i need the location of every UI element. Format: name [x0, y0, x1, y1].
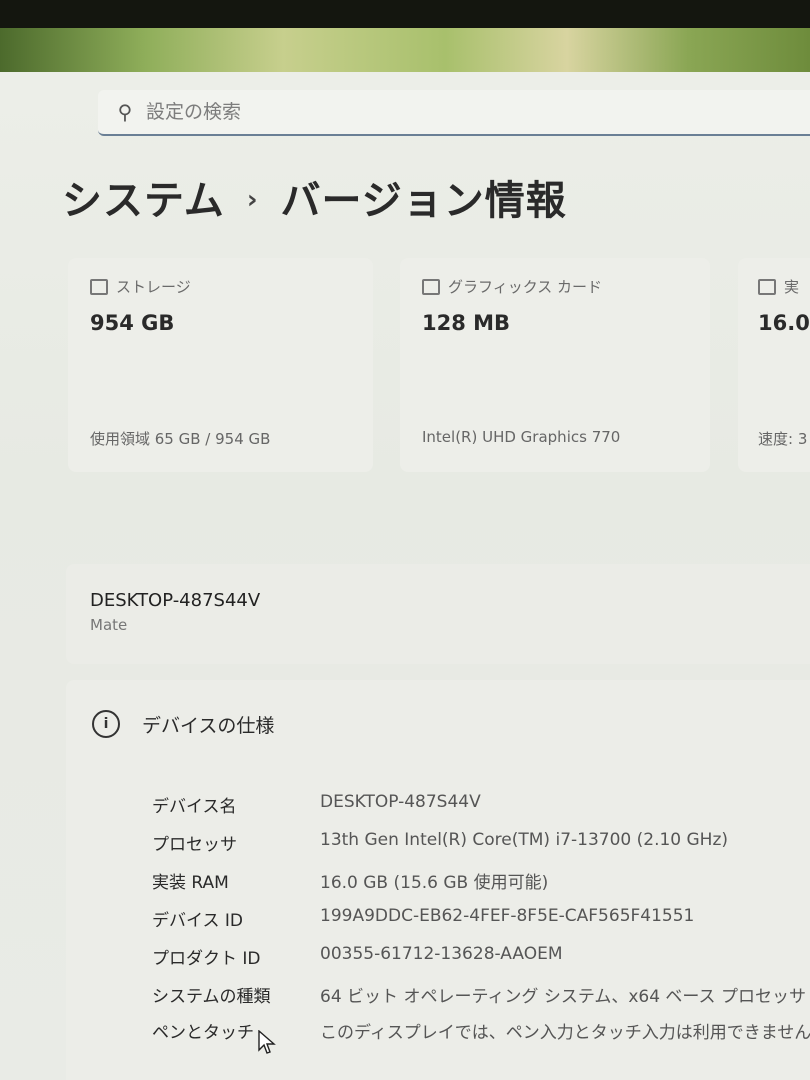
spec-row-pen-touch: ペンとタッチ このディスプレイでは、ペン入力とタッチ入力は利用できません	[152, 1018, 810, 1048]
breadcrumb-current: バージョン情報	[280, 178, 567, 224]
spec-row-ram: 実装 RAM 16.0 GB (15.6 GB 使用可能)	[152, 868, 810, 898]
spec-value: DESKTOP-487S44V	[320, 792, 481, 812]
page-title: システム › バージョン情報	[62, 168, 567, 226]
graphics-value: 128 MB	[422, 311, 511, 335]
spec-value: 16.0 GB (15.6 GB 使用可能)	[320, 873, 549, 893]
storage-card[interactable]: ストレージ 954 GB 使用領域 65 GB / 954 GB	[68, 258, 373, 472]
device-name-card[interactable]: DESKTOP-487S44V Mate	[66, 564, 810, 664]
ram-speed: 速度: 3	[758, 430, 808, 448]
spec-key: ペンとタッチ	[152, 1023, 254, 1043]
storage-label: ストレージ	[116, 278, 191, 296]
search-icon: ⚲	[117, 100, 133, 124]
spec-row-device-name: デバイス名 DESKTOP-487S44V	[152, 792, 810, 822]
ram-icon	[758, 278, 776, 295]
spec-row-device-id: デバイス ID 199A9DDC-EB62-4FEF-8F5E-CAF565F4…	[152, 906, 810, 936]
spec-row-product-id: プロダクト ID 00355-61712-13628-AAOEM	[152, 944, 810, 974]
storage-icon	[90, 278, 108, 295]
info-icon: i	[92, 710, 120, 738]
spec-value: このディスプレイでは、ペン入力とタッチ入力は利用できません	[320, 1023, 810, 1043]
ram-value: 16.0	[758, 311, 810, 335]
storage-value: 954 GB	[90, 311, 175, 335]
gpu-icon	[422, 278, 440, 295]
graphics-card[interactable]: グラフィックス カード 128 MB Intel(R) UHD Graphics…	[400, 258, 710, 472]
ram-card[interactable]: 実 16.0 速度: 3	[738, 258, 810, 472]
search-box[interactable]: ⚲	[98, 90, 810, 136]
breadcrumb-parent[interactable]: システム	[62, 178, 225, 224]
spec-key: システムの種類	[152, 987, 271, 1007]
storage-usage: 使用領域 65 GB / 954 GB	[90, 430, 271, 448]
spec-row-processor: プロセッサ 13th Gen Intel(R) Core(TM) i7-1370…	[152, 830, 810, 860]
graphics-label: グラフィックス カード	[448, 278, 603, 296]
spec-value: 64 ビット オペレーティング システム、x64 ベース プロセッサ	[320, 987, 806, 1007]
spec-value: 199A9DDC-EB62-4FEF-8F5E-CAF565F41551	[320, 906, 695, 926]
ram-label: 実	[784, 278, 800, 296]
device-name: DESKTOP-487S44V	[90, 590, 261, 611]
graphics-name: Intel(R) UHD Graphics 770	[422, 428, 621, 446]
spec-key: プロダクト ID	[152, 949, 261, 969]
device-specs-header[interactable]: i デバイスの仕様	[92, 710, 274, 738]
device-specs-title: デバイスの仕様	[142, 714, 275, 737]
spec-key: デバイス ID	[152, 911, 243, 931]
mouse-cursor-icon	[258, 1030, 276, 1054]
spec-key: デバイス名	[152, 797, 237, 817]
desktop-wallpaper	[0, 28, 810, 78]
spec-key: 実装 RAM	[152, 873, 229, 893]
device-model: Mate	[90, 616, 128, 634]
spec-key: プロセッサ	[152, 835, 237, 855]
spec-value: 00355-61712-13628-AAOEM	[320, 944, 563, 964]
search-input[interactable]	[142, 101, 810, 123]
spec-row-system-type: システムの種類 64 ビット オペレーティング システム、x64 ベース プロセ…	[152, 982, 810, 1012]
chevron-right-icon: ›	[246, 185, 259, 215]
spec-value: 13th Gen Intel(R) Core(TM) i7-13700 (2.1…	[320, 830, 729, 850]
